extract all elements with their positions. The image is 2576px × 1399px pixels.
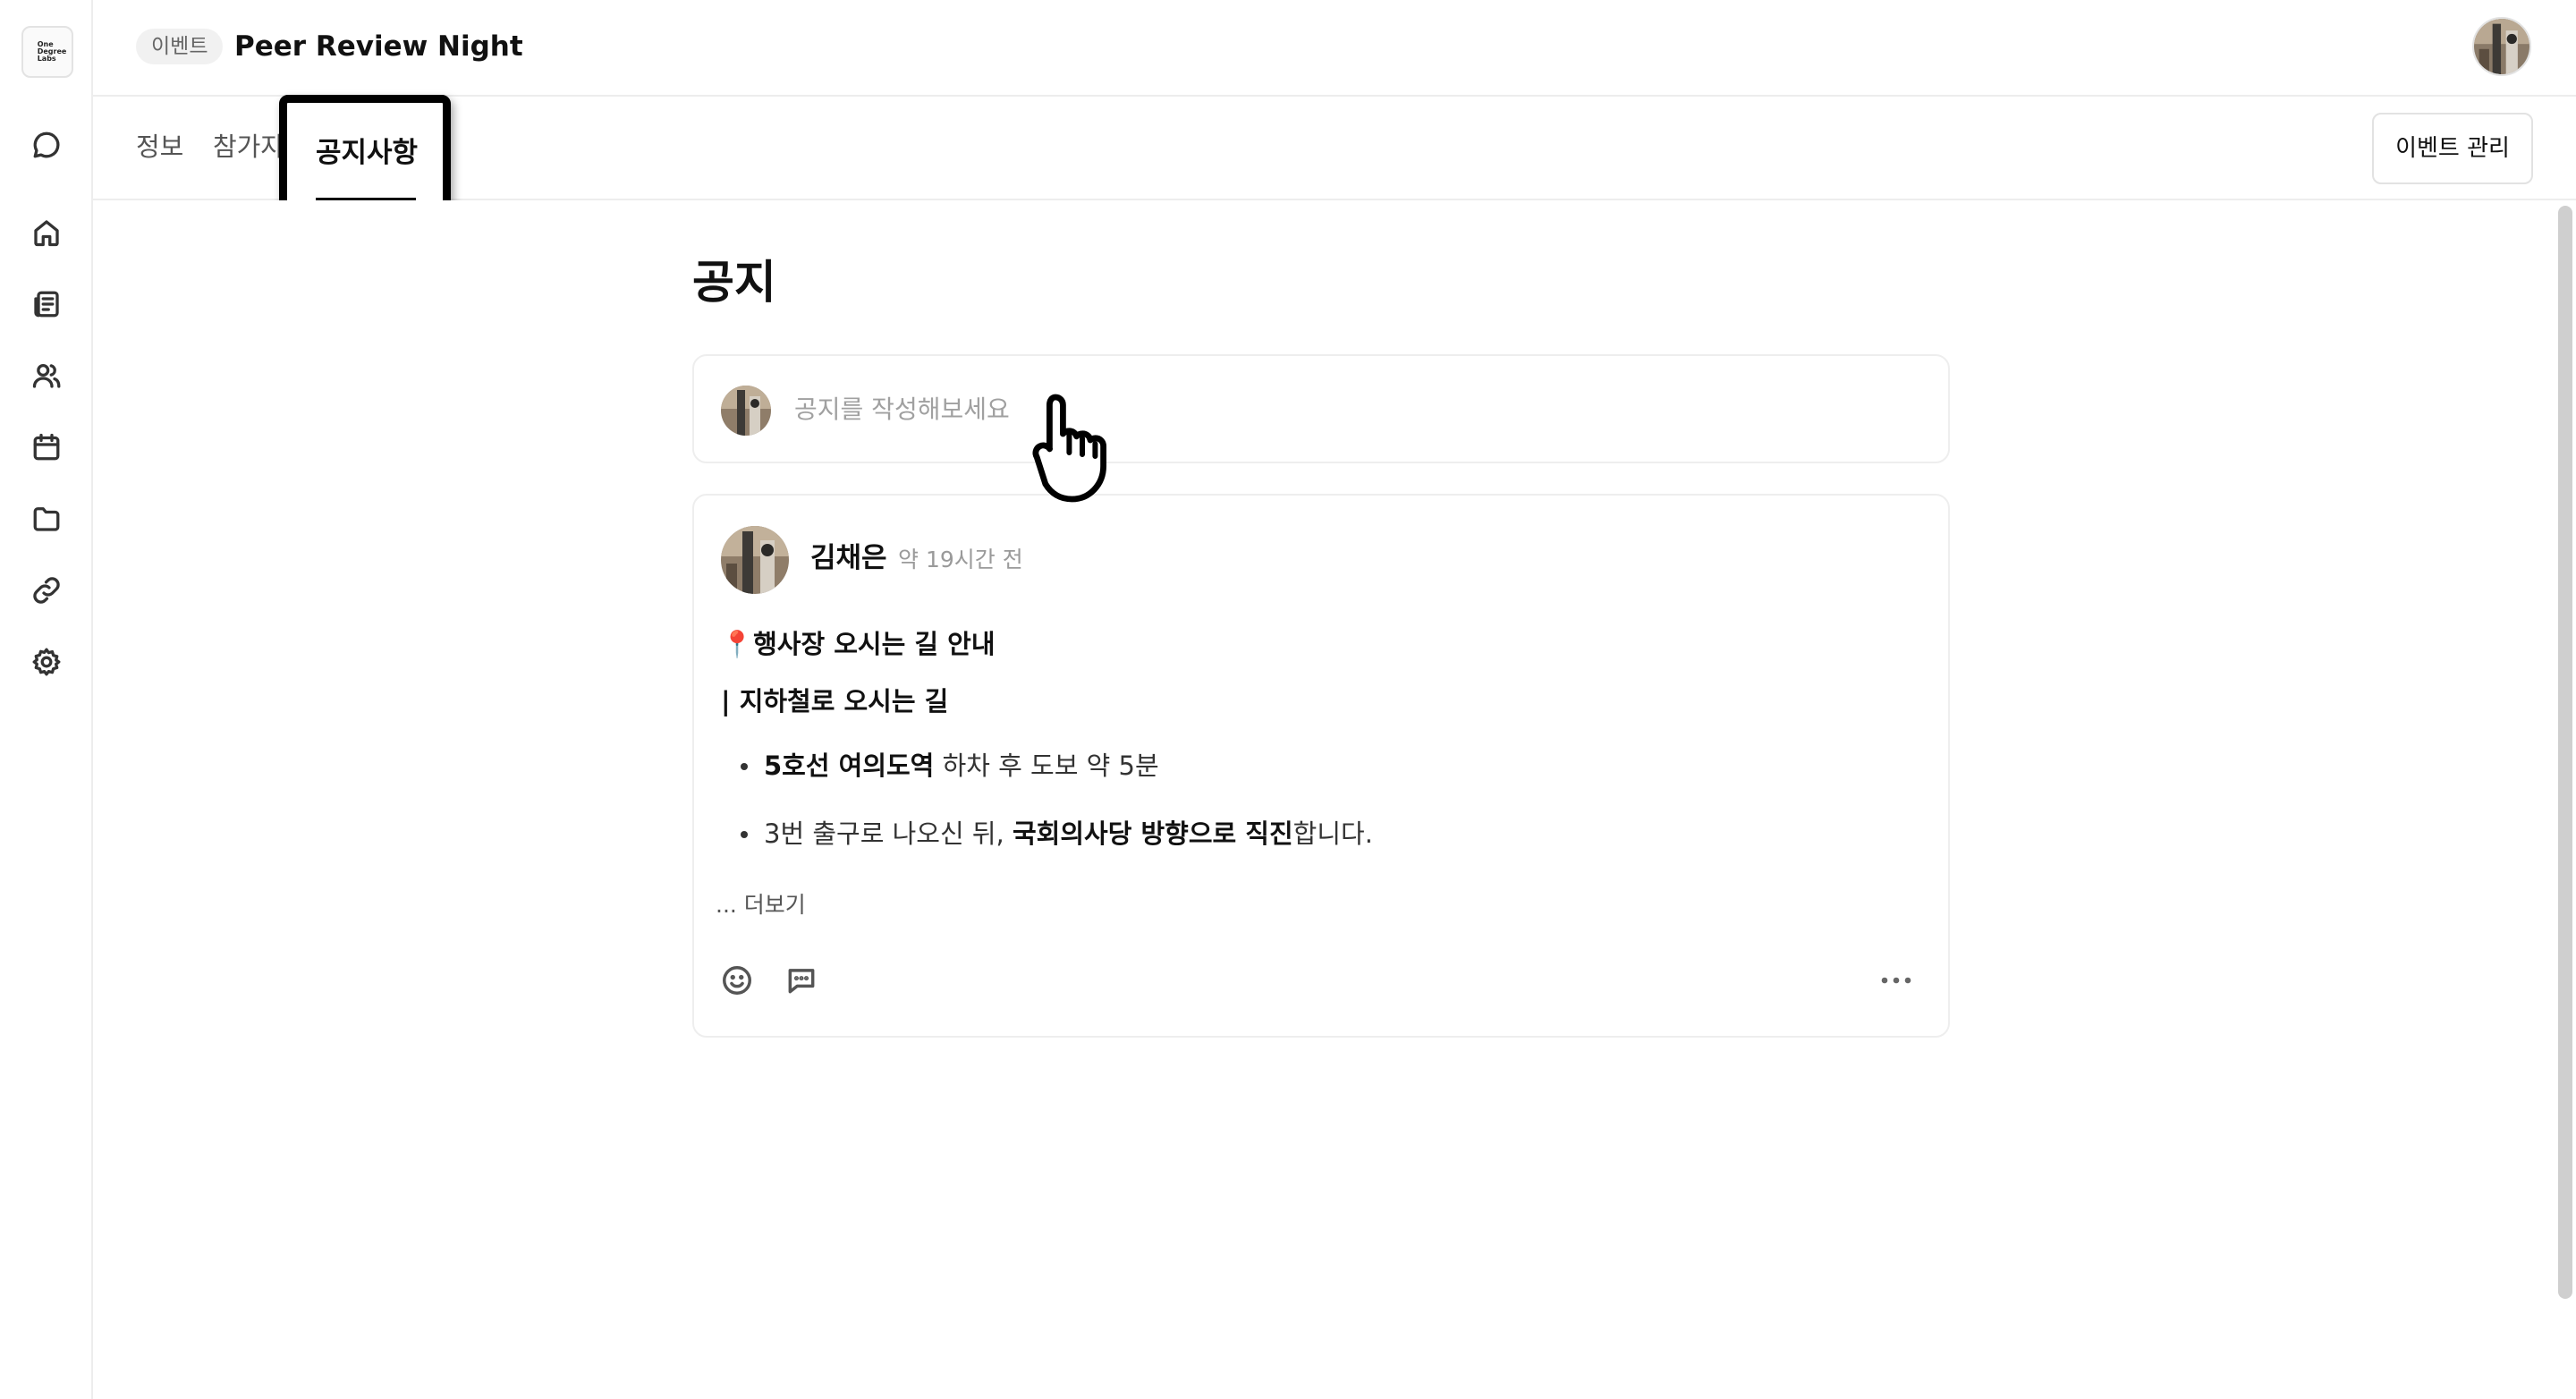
emoji-reaction-icon[interactable] (717, 961, 757, 1000)
more-options-icon[interactable] (1877, 961, 1916, 1000)
tab-info[interactable]: 정보 (136, 127, 183, 166)
post-timestamp: 약 19시간 전 (898, 547, 1023, 572)
bullet-bold-text: 국회의사당 방향으로 직진 (1012, 818, 1293, 849)
org-logo[interactable]: One Degree Labs (21, 26, 73, 78)
post-subheading: | 지하철로 오시는 길 (721, 686, 949, 716)
page-title: 공지 (692, 257, 776, 309)
user-avatar[interactable] (2472, 17, 2531, 76)
top-header: 이벤트 Peer Review Night (93, 0, 2576, 97)
tab-bar: 정보 참가자 공지사항 이벤트 관리 (93, 95, 2576, 220)
bullet-text: 하차 후 도보 약 5분 (934, 750, 1159, 781)
tab-notices[interactable]: 공지사항 (316, 133, 418, 173)
bullet-text: 3번 출구로 나오신 뒤, (764, 818, 1013, 849)
read-more-link[interactable]: ... 더보기 (716, 887, 806, 923)
chat-bubble-icon[interactable] (29, 127, 64, 163)
manage-event-button[interactable]: 이벤트 관리 (2372, 113, 2533, 184)
newspaper-icon[interactable] (29, 286, 64, 322)
list-item: 3번 출구로 나오신 뒤, 국회의사당 방향으로 직진합니다. (721, 814, 1373, 882)
compose-avatar (721, 386, 771, 436)
home-icon[interactable] (29, 215, 64, 250)
link-icon[interactable] (29, 572, 64, 608)
comment-icon[interactable] (782, 961, 821, 1000)
list-item: 5호선 여의도역 하차 후 도보 약 5분 (721, 746, 1373, 814)
post-heading: 📍행사장 오시는 길 안내 (721, 629, 996, 659)
compose-notice-input[interactable]: 공지를 작성해보세요 (692, 354, 1950, 463)
bullet-bold-text: 5호선 여의도역 (764, 750, 935, 781)
event-type-badge: 이벤트 (136, 29, 224, 64)
author-avatar[interactable] (721, 526, 789, 594)
post-author[interactable]: 김채은 (810, 538, 887, 578)
users-icon[interactable] (29, 358, 64, 394)
app-window: One Degree Labs 이벤트 Peer Review Night 정보… (0, 0, 2576, 1399)
gear-icon[interactable] (29, 644, 64, 680)
folder-icon[interactable] (29, 501, 64, 537)
calendar-icon[interactable] (29, 429, 64, 465)
compose-placeholder: 공지를 작성해보세요 (794, 394, 1010, 424)
notice-post: 김채은 약 19시간 전 📍행사장 오시는 길 안내 | 지하철로 오시는 길 … (692, 494, 1950, 1038)
post-bullet-list: 5호선 여의도역 하차 후 도보 약 5분 3번 출구로 나오신 뒤, 국회의사… (721, 746, 1373, 882)
event-title: Peer Review Night (234, 30, 523, 63)
bullet-text: 합니다. (1292, 818, 1373, 849)
scrollbar-thumb[interactable] (2558, 206, 2572, 1299)
sidebar: One Degree Labs (0, 0, 93, 1399)
